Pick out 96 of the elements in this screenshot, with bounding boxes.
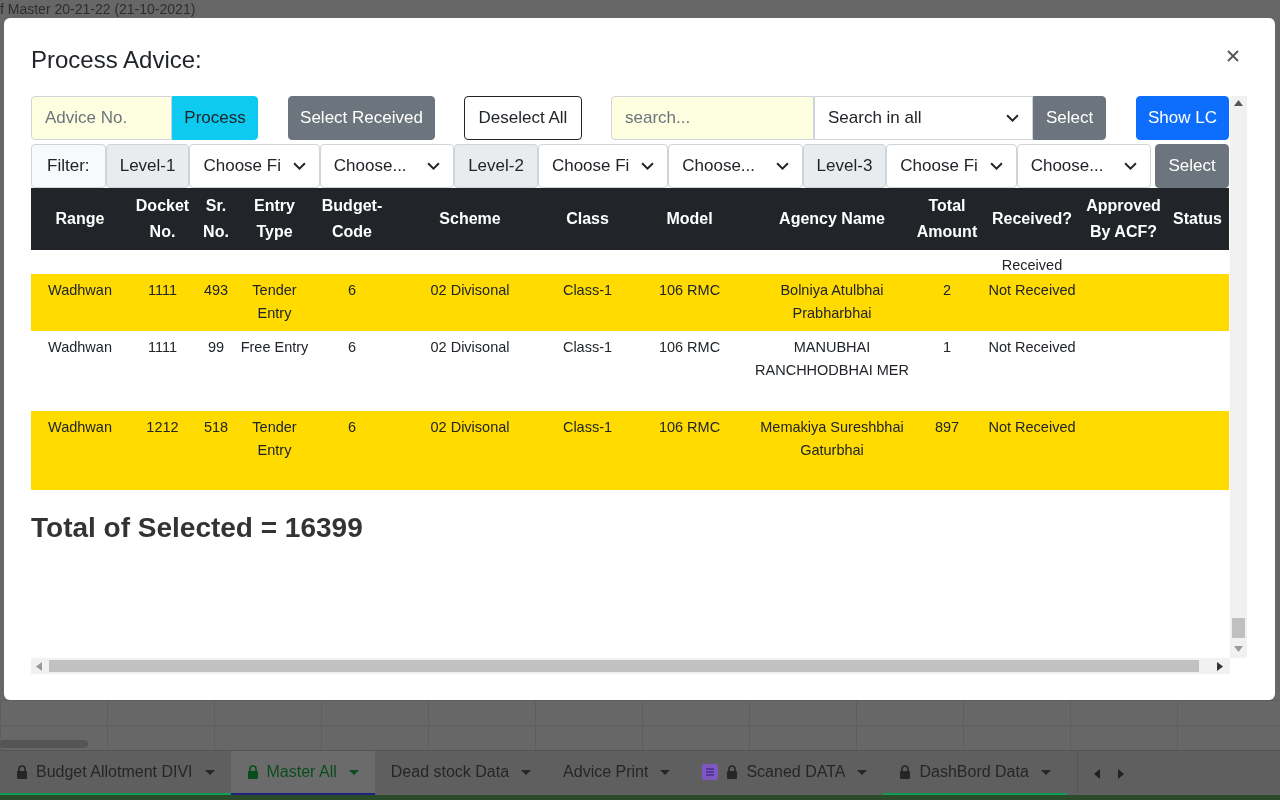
chevron-icon [427,161,441,171]
total-text: Total of Selected = 16399 [31,512,364,544]
table-cell: Bolniya Atulbhai Prabharbhai [780,282,884,321]
level-label: Level-3 [802,144,887,188]
scroll-thumb[interactable] [1232,618,1245,638]
field-dropdown[interactable]: Choose Fi [189,144,320,188]
table-row[interactable]: Wadhwan 1111 99 Free Entry 6 02 Divisonal Class-1 106 RMC MANUBHAI RANCHHODBHAI MER 1 Not Received [31,331,1229,411]
value-dropdown[interactable]: Choose... [319,144,455,188]
process-button[interactable]: Process [172,96,258,140]
chevron-icon [775,161,789,171]
table-cell: Class-1 [562,282,613,298]
table-cell: 1111 [148,339,177,355]
caret-icon [857,769,868,775]
scroll-down-icon[interactable] [1234,646,1243,652]
column-header: Status [1166,188,1229,250]
table-cell: 106 RMC [658,339,721,355]
caret-icon [204,769,215,775]
chevron-icon [292,161,306,171]
filter-select-button[interactable]: Select [1155,144,1229,188]
chevron-icon [1006,113,1019,123]
table-cell: Memakiya Sureshbhai Gaturbhai [760,419,904,458]
table-cell: 1111 [148,282,177,298]
scroll-right-icon[interactable] [1217,662,1223,671]
table-cell: 6 [347,339,357,355]
deselect-all-button[interactable]: Deselect All [464,96,582,140]
table-cell: Free Entry [240,339,309,355]
horizontal-scrollbar[interactable] [31,658,1230,674]
chevron-icon [641,161,655,171]
table-row[interactable]: Wadhwan 1111 493 Tender Entry 6 02 Divisonal Class-1 106 RMC Bolniya Atulbhai Prabharbhai 2 Not Received [31,274,1229,331]
field-dropdown[interactable]: Choose Fi [886,144,1017,188]
advice-field[interactable]: Advice No. [31,96,172,140]
column-header: Docket No. [129,188,196,250]
vertical-scrollbar[interactable] [1230,96,1247,658]
table-cell: 02 Divisonal [430,339,510,355]
table-cell: 02 Divisonal [430,419,510,435]
table-cell: Tender Entry [252,282,297,321]
table-cell: 1212 [146,419,179,435]
field-dropdown[interactable]: Choose Fi [537,144,669,188]
column-header: Scheme [391,188,549,250]
table-cell: Wadhwan [48,419,112,435]
column-header: Entry Type [236,188,313,250]
level-label: Level-2 [454,144,538,188]
column-header: Total Amount [911,188,983,250]
chevron-icon [989,161,1003,171]
filter-label: Filter: [31,144,106,188]
column-header: Agency Name [753,188,911,250]
table-cell: Not Received [988,282,1076,298]
caret-icon [660,769,671,775]
table-cell: Class-1 [562,419,613,435]
column-header: Range [31,188,129,250]
table-cell: Not Received [988,419,1076,435]
table-cell: 106 RMC [658,282,721,298]
column-header: Class [549,188,626,250]
table-cell-text: Received [1000,256,1064,274]
table-cell: 99 [207,339,225,355]
table-cell: 1 [942,339,952,355]
chevron-icon [1124,161,1137,171]
select-received-button[interactable]: Select Received [288,96,435,140]
level-label: Level-1 [105,144,190,188]
column-header: Sr. No. [196,188,236,250]
table-cell: Tender Entry [252,419,297,458]
table-cell: 6 [347,282,357,298]
caret-icon [521,769,532,775]
scroll-left-icon[interactable] [36,662,42,671]
table-cell: 897 [934,419,960,435]
column-header: Approved By ACF? [1081,188,1166,250]
value-dropdown[interactable]: Choose... [1016,144,1151,188]
caret-icon [1040,769,1051,775]
column-header: Model [626,188,753,250]
table-cell: Class-1 [562,339,613,355]
table-row[interactable]: Wadhwan 1212 518 Tender Entry 6 02 Divisonal Class-1 106 RMC Memakiya Sureshbhai Gaturbhai 897 Not Received [31,411,1229,490]
select-button[interactable]: Select [1033,96,1106,140]
table-cell: 2 [942,282,952,298]
previous-sheet-button[interactable] [1093,768,1100,779]
value-dropdown[interactable]: Choose... [668,144,803,188]
next-sheet-button[interactable] [1117,768,1124,779]
table-cell: Wadhwan [48,282,112,298]
table-cell: 493 [203,282,229,298]
column-header: Budget-Code [313,188,391,250]
table-cell: 02 Divisonal [430,282,510,298]
table-cell: 518 [203,419,229,435]
column-header: Received? [983,188,1081,250]
close-button[interactable] [1225,48,1241,64]
document-title: f Master 20-21-22 (21-10-2021) [0,1,196,17]
scroll-thumb[interactable] [49,660,1199,672]
modal-title: Process Advice: [31,45,202,75]
caret-icon [348,769,359,775]
table-cell: MANUBHAI RANCHHODBHAI MER [755,339,909,378]
table-cell: 6 [347,419,357,435]
scroll-up-icon[interactable] [1234,100,1243,106]
table-cell: Wadhwan [48,339,112,355]
show-lc-button[interactable]: Show LC [1136,96,1229,140]
table-cell: 106 RMC [658,419,721,435]
table-cell: Not Received [988,339,1076,355]
search-scope-dropdown[interactable]: Search in all [814,96,1033,140]
search-field[interactable]: search... [611,96,814,140]
